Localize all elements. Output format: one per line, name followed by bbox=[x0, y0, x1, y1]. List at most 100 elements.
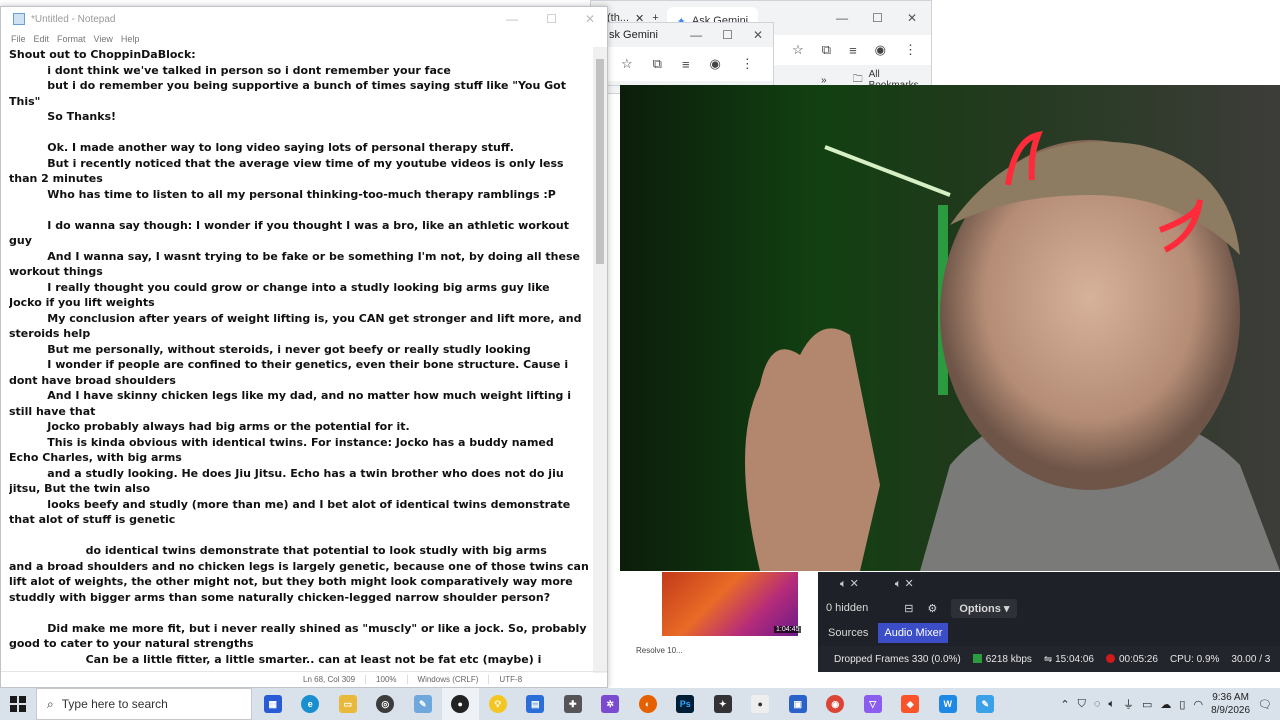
browser-tab-label[interactable]: sk Gemini bbox=[609, 29, 658, 41]
notepad-text-area[interactable]: Shout out to ChoppinDaBlock: i dont thin… bbox=[9, 47, 593, 673]
thumbnail-label: Resolve 10... bbox=[636, 646, 683, 655]
obs-icon[interactable]: ● bbox=[441, 688, 479, 720]
rec-time: 00:05:26 bbox=[1106, 653, 1158, 665]
battery-icon[interactable]: ▯ bbox=[1179, 698, 1185, 711]
text-line: studdly with bigger arms than some natur… bbox=[9, 590, 551, 604]
tab-audio-mixer[interactable]: Audio Mixer bbox=[878, 623, 949, 643]
davinci-icon[interactable]: ✚ bbox=[554, 688, 592, 720]
media-icon[interactable]: ≡ bbox=[849, 43, 857, 58]
document-icon[interactable]: ▤ bbox=[517, 688, 555, 720]
vertical-scrollbar[interactable] bbox=[593, 47, 607, 673]
file-explorer-icon[interactable]: ▭ bbox=[329, 688, 367, 720]
wifi-icon[interactable]: ◠ bbox=[1193, 698, 1203, 711]
brave-icon[interactable]: ◆ bbox=[892, 688, 930, 720]
app-icon[interactable]: ◎ bbox=[367, 688, 405, 720]
menu-view[interactable]: View bbox=[94, 34, 113, 44]
thumbnail-duration: 1:04:45 bbox=[774, 626, 802, 633]
options-button[interactable]: Options ▾ bbox=[951, 598, 1018, 618]
network-icon[interactable]: ▭ bbox=[1142, 698, 1152, 711]
chat-icon[interactable]: ● bbox=[742, 688, 780, 720]
star-icon[interactable]: ☆ bbox=[792, 42, 804, 58]
menu-file[interactable]: File bbox=[11, 34, 26, 44]
usb-icon[interactable]: ⏚ bbox=[1123, 696, 1134, 712]
profile-icon[interactable]: ◉ bbox=[875, 42, 886, 58]
wifi-icon: ⇋ bbox=[1043, 653, 1053, 665]
minimize-icon[interactable]: — bbox=[690, 28, 702, 42]
chevron-up-icon[interactable]: ⌃ bbox=[1060, 698, 1069, 711]
search-box[interactable]: ⌕ Type here to search bbox=[36, 688, 252, 720]
bitrate: 6218 kbps bbox=[972, 653, 1032, 665]
window-icon[interactable]: ▣ bbox=[779, 688, 817, 720]
extensions-icon[interactable]: ⧉ bbox=[653, 56, 662, 72]
minimize-icon[interactable]: — bbox=[506, 12, 518, 26]
clock-date: 8/9/2026 bbox=[1211, 705, 1251, 716]
app-tray-icon[interactable]: ◌ bbox=[1094, 698, 1101, 710]
maximize-icon[interactable]: ☐ bbox=[546, 12, 557, 26]
chrome-icon[interactable]: ◉ bbox=[817, 688, 855, 720]
notepad-app-icon[interactable]: ✎ bbox=[404, 688, 442, 720]
task-view-icon[interactable]: ▦ bbox=[254, 688, 292, 720]
text-line: Shout out to ChoppinDaBlock: bbox=[9, 48, 196, 61]
clock[interactable]: 9:36 AM 8/9/2026 bbox=[1211, 691, 1250, 717]
speaker-icon[interactable]: 🔈︎ ✕ bbox=[840, 577, 859, 591]
menu-edit[interactable]: Edit bbox=[34, 34, 50, 44]
maximize-icon[interactable]: ☐ bbox=[872, 11, 883, 25]
text-line: Did make me more fit, but i never really… bbox=[9, 621, 587, 635]
notification-icon[interactable]: 🗨︎ bbox=[1258, 698, 1272, 711]
close-icon[interactable]: ✕ bbox=[585, 12, 595, 26]
speaker-icon[interactable]: 🔈︎ ✕ bbox=[895, 577, 914, 591]
extensions-icon[interactable]: ⧉ bbox=[822, 42, 831, 58]
text-line: workout things bbox=[9, 265, 103, 278]
app-icon[interactable]: ✲ bbox=[592, 688, 630, 720]
star-icon[interactable]: ☆ bbox=[621, 56, 633, 72]
start-button[interactable] bbox=[0, 688, 36, 720]
notepad-menubar: File Edit Format View Help bbox=[1, 31, 607, 47]
firefox-icon[interactable]: ◐ bbox=[629, 688, 667, 720]
edge-icon[interactable]: e bbox=[292, 688, 330, 720]
zoom-level: 100% bbox=[365, 675, 406, 684]
bulb-icon[interactable]: 💡︎ bbox=[479, 688, 517, 720]
text-line: but i do remember you being supportive a… bbox=[9, 79, 566, 92]
notepad-titlebar[interactable]: *Untitled - Notepad — ☐ ✕ bbox=[1, 7, 607, 31]
app-icon[interactable]: ✦ bbox=[704, 688, 742, 720]
volume-icon[interactable]: 🔈︎ bbox=[1108, 698, 1115, 711]
text-line: This" bbox=[9, 94, 41, 108]
text-line: that alot of stuff is genetic bbox=[9, 513, 176, 526]
text-line: dont have broad shoulders bbox=[9, 373, 176, 387]
text-line: and a studly looking. He does Jiu Jitsu.… bbox=[9, 466, 564, 480]
close-icon[interactable]: ✕ bbox=[753, 28, 763, 42]
minimize-icon[interactable]: — bbox=[836, 11, 848, 25]
close-icon[interactable]: ✕ bbox=[907, 11, 917, 25]
kebab-menu-icon[interactable]: ⋮ bbox=[741, 56, 754, 72]
menu-help[interactable]: Help bbox=[121, 34, 140, 44]
text-line: Can be a little fitter, a little smarter… bbox=[9, 652, 542, 666]
vpn-icon[interactable]: ▽ bbox=[854, 688, 892, 720]
photoshop-icon[interactable]: Ps bbox=[667, 688, 705, 720]
media-icon[interactable]: ≡ bbox=[682, 57, 690, 72]
cloud-icon[interactable]: ☁ bbox=[1160, 698, 1171, 711]
maximize-icon[interactable]: ☐ bbox=[722, 28, 733, 42]
shield-icon[interactable]: ⛉ bbox=[1078, 698, 1086, 711]
text-line: This is kinda obvious with identical twi… bbox=[9, 435, 554, 449]
text-line: Ok. I made another way to long video say… bbox=[9, 141, 514, 154]
app-icon[interactable]: W bbox=[929, 688, 967, 720]
chevron-right-icon[interactable]: » bbox=[821, 75, 827, 86]
gear-icon[interactable]: ⚙ bbox=[927, 602, 937, 615]
text-line: and a broad shoulders and no chicken leg… bbox=[9, 559, 589, 573]
app-icon[interactable]: ✎ bbox=[967, 688, 1005, 720]
browser-toolbar: ☆ ⧉ ≡ ◉ ⋮ bbox=[607, 47, 773, 81]
text-line: But me personally, without steroids, i n… bbox=[9, 342, 531, 356]
dropped-frames: Dropped Frames 330 (0.0%) bbox=[834, 653, 961, 665]
kebab-menu-icon[interactable]: ⋮ bbox=[904, 42, 917, 58]
layout-icon[interactable]: ⊟ bbox=[904, 602, 913, 615]
profile-icon[interactable]: ◉ bbox=[710, 56, 721, 72]
tab-sources[interactable]: Sources bbox=[822, 623, 874, 643]
text-line: My conclusion after years of weight lift… bbox=[9, 311, 582, 325]
search-icon: ⌕ bbox=[47, 696, 54, 711]
menu-format[interactable]: Format bbox=[57, 34, 86, 44]
scrollbar-thumb[interactable] bbox=[596, 59, 604, 264]
cpu-usage: CPU: 0.9% bbox=[1169, 653, 1220, 665]
text-line bbox=[9, 605, 593, 621]
text-line: lift alot of weights, the other might no… bbox=[9, 575, 573, 588]
text-line: But i recently noticed that the average … bbox=[9, 156, 564, 170]
